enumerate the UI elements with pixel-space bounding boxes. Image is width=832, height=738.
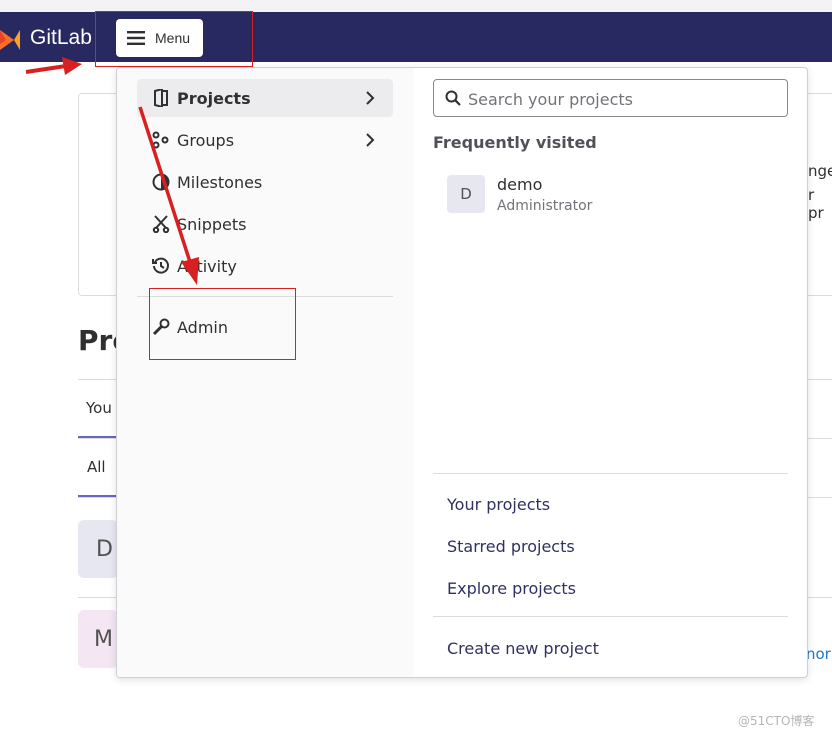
nav-item-label: Projects xyxy=(177,88,251,108)
nav-item-label: Snippets xyxy=(177,214,247,234)
nav-item-activity[interactable]: Activity xyxy=(137,247,393,285)
nav-item-milestones[interactable]: Milestones xyxy=(137,163,393,201)
background-tab-all[interactable]: All xyxy=(87,458,106,476)
chevron-right-icon xyxy=(366,91,375,105)
link-starred-projects[interactable]: Starred projects xyxy=(447,537,575,556)
milestone-icon xyxy=(151,172,171,192)
background-project-avatar[interactable]: D xyxy=(78,520,118,578)
project-name: demo xyxy=(497,175,543,194)
link-your-projects[interactable]: Your projects xyxy=(447,495,550,514)
link-explore-projects[interactable]: Explore projects xyxy=(447,579,576,598)
link-create-new-project[interactable]: Create new project xyxy=(447,639,599,658)
annotation-box-admin xyxy=(149,288,296,360)
project-icon xyxy=(151,88,171,108)
search-input[interactable] xyxy=(466,85,780,113)
watermark: @51CTO博客 xyxy=(738,714,815,728)
background-project-avatar[interactable]: M xyxy=(78,610,118,668)
nav-item-label: Groups xyxy=(177,130,235,150)
annotation-box-menu xyxy=(95,11,253,67)
nav-item-label: Milestones xyxy=(177,172,263,192)
menu-divider xyxy=(433,473,788,474)
group-icon xyxy=(151,130,171,150)
gitlab-logo-icon[interactable] xyxy=(0,24,20,52)
background-card-text: r pr xyxy=(808,186,824,222)
menu-nav-panel: Projects Groups Milestones Snippets Acti… xyxy=(117,68,413,677)
menu-dropdown: Projects Groups Milestones Snippets Acti… xyxy=(116,67,808,678)
history-icon xyxy=(151,256,171,276)
project-search[interactable] xyxy=(433,79,788,117)
background-tab-your-projects[interactable]: You xyxy=(86,399,112,417)
nav-item-snippets[interactable]: Snippets xyxy=(137,205,393,243)
background-more-link[interactable]: nor xyxy=(806,645,831,663)
search-icon xyxy=(445,90,461,106)
project-avatar: D xyxy=(447,175,485,213)
menu-divider xyxy=(433,616,788,617)
nav-item-label: Activity xyxy=(177,256,237,276)
nav-item-groups[interactable]: Groups xyxy=(137,121,393,159)
snippet-icon xyxy=(151,214,171,234)
project-namespace: Administrator xyxy=(497,198,593,214)
chevron-right-icon xyxy=(366,133,375,147)
frequently-visited-title: Frequently visited xyxy=(433,133,597,152)
brand-name[interactable]: GitLab xyxy=(30,26,92,50)
frequent-project-item[interactable]: D demo Administrator xyxy=(447,173,767,217)
background-card-text: nge xyxy=(808,162,832,180)
nav-item-projects[interactable]: Projects xyxy=(137,79,393,117)
